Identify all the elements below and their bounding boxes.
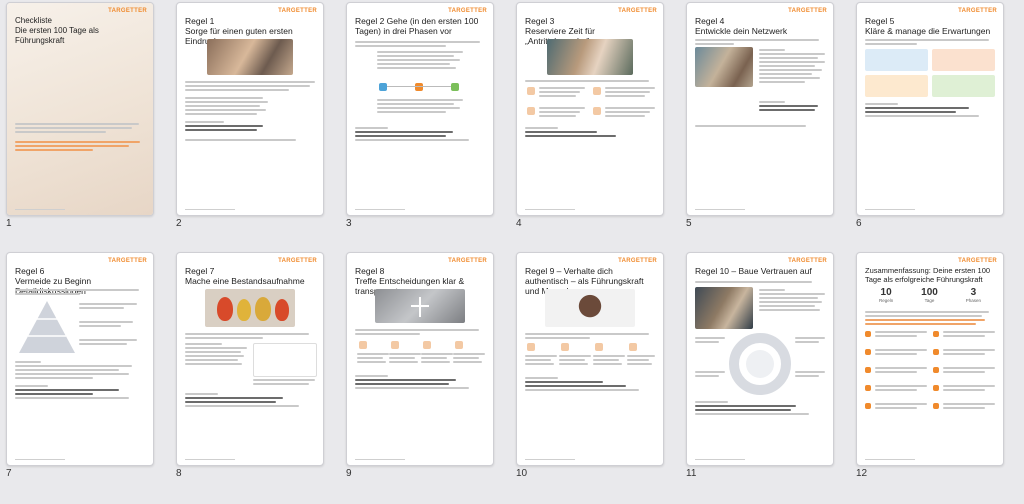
- page-thumb-12[interactable]: TARGETTER Zusammenfassung: Deine ersten …: [850, 250, 1004, 482]
- page-title: Regel 2 Gehe (in den ersten 100 Tagen) i…: [355, 16, 479, 36]
- photo: [207, 39, 293, 75]
- page-thumb-11[interactable]: TARGETTER Regel 10 – Baue Vertrauen auf …: [680, 250, 834, 482]
- page-title: Zusammenfassung: Deine ersten 100 Tage a…: [865, 266, 991, 284]
- page-title: Regel 7 Mache eine Bestandsaufnahme: [185, 266, 305, 286]
- arrows-icon: [411, 297, 429, 317]
- page-thumb-10[interactable]: TARGETTER Regel 9 – Verhalte dich authen…: [510, 250, 664, 482]
- document-page-grid: TARGETTER Checkliste Die ersten 100 Tage…: [0, 0, 1024, 504]
- page-thumb-8[interactable]: TARGETTER Regel 7 Mache eine Bestandsauf…: [170, 250, 324, 482]
- circle-diagram: [729, 333, 791, 395]
- page-title: Regel 10 – Baue Vertrauen auf: [695, 266, 812, 276]
- photo: [695, 287, 753, 329]
- stat-days: 100 Tage: [921, 287, 938, 303]
- pyramid-diagram: [19, 301, 75, 353]
- photo: [695, 47, 753, 87]
- page-thumb-2[interactable]: TARGETTER Regel 1 Sorge für einen guten …: [170, 0, 324, 232]
- page-title: Checkliste Die ersten 100 Tage als Führu…: [15, 16, 99, 45]
- page-title: Regel 5 Kläre & manage die Erwartungen: [865, 16, 991, 36]
- page-thumb-5[interactable]: TARGETTER Regel 4 Entwickle dein Netzwer…: [680, 0, 834, 232]
- page-number: 1: [6, 218, 12, 229]
- stat-phases: 3 Phasen: [965, 287, 982, 303]
- page-thumb-7[interactable]: TARGETTER Regel 6 Vermeide zu Beginn Det…: [0, 250, 154, 482]
- stat-rules: 10 Regeln: [878, 287, 894, 303]
- photo: [547, 39, 633, 75]
- page-title: Regel 4 Entwickle dein Netzwerk: [695, 16, 788, 36]
- page-thumb-1[interactable]: TARGETTER Checkliste Die ersten 100 Tage…: [0, 0, 154, 232]
- page-thumb-4[interactable]: TARGETTER Regel 3 Reserviere Zeit für „A…: [510, 0, 664, 232]
- brand-logo: TARGETTER: [108, 8, 147, 14]
- page-thumb-6[interactable]: TARGETTER Regel 5 Kläre & manage die Erw…: [850, 0, 1004, 232]
- photo: [545, 289, 635, 327]
- page-thumb-9[interactable]: TARGETTER Regel 8 Treffe Entscheidungen …: [340, 250, 494, 482]
- page-thumb-3[interactable]: TARGETTER Regel 2 Gehe (in den ersten 10…: [340, 0, 494, 232]
- summary-stats: 10 Regeln 100 Tage 3 Phasen: [865, 287, 995, 303]
